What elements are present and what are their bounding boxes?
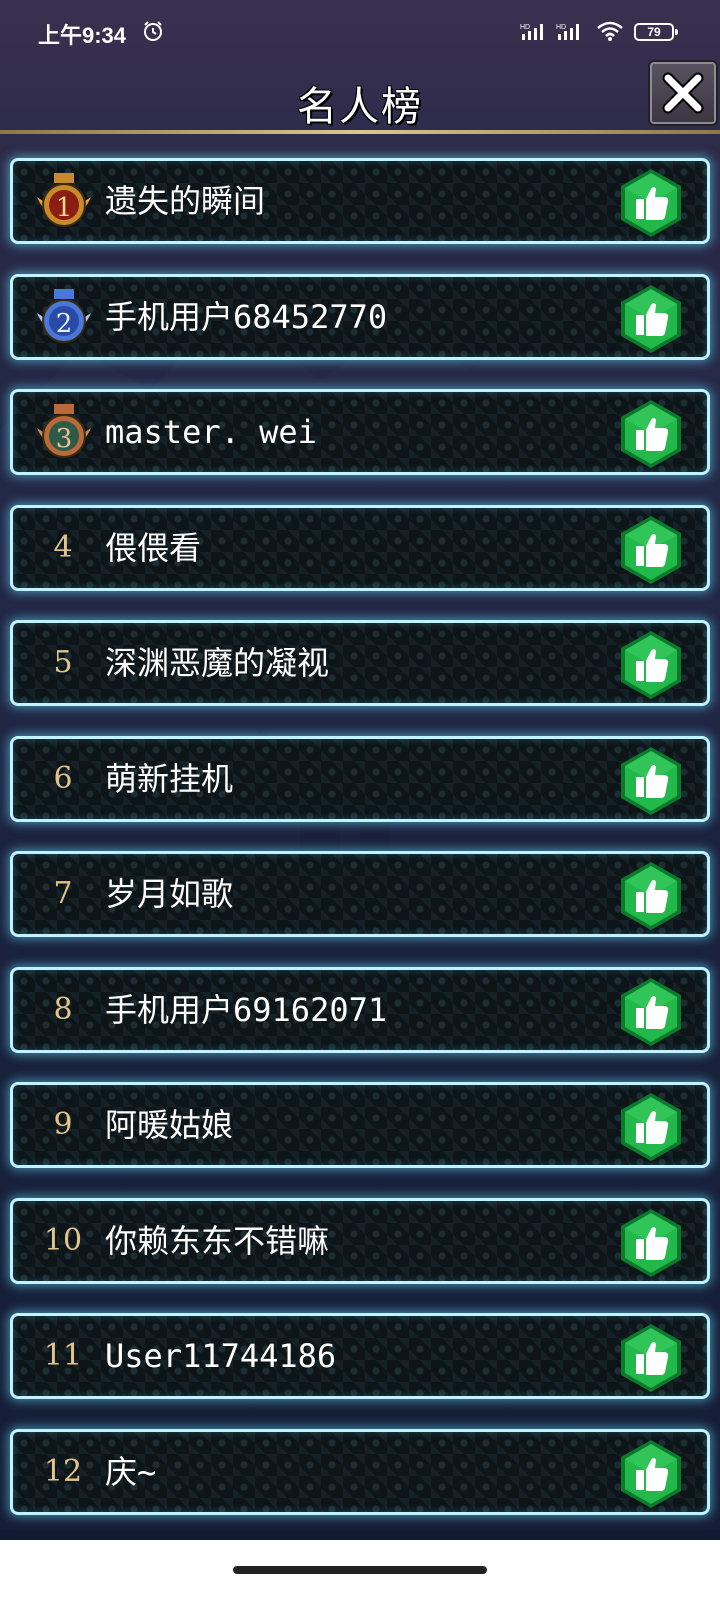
rank-number: 9 (53, 1107, 73, 1142)
rank-number: 10 (43, 1222, 83, 1258)
player-name: User11744186 (105, 1337, 337, 1375)
player-name: 阿暖姑娘 (105, 1106, 234, 1144)
leaderboard-row: 9 阿暖姑娘 (10, 1082, 710, 1168)
like-button[interactable] (617, 514, 685, 586)
alarm-icon (144, 21, 162, 41)
network-label: HD (520, 24, 530, 31)
thumbs-up-icon (621, 400, 681, 468)
like-button[interactable] (617, 1207, 685, 1279)
leaderboard-row: 2 手机用户68452770 (10, 273, 710, 360)
thumbs-up-icon (621, 515, 681, 584)
header-divider (0, 130, 720, 134)
like-button[interactable] (617, 745, 685, 817)
leaderboard-row: 11 User11744186 (10, 1313, 710, 1399)
leaderboard-row: 7 岁月如歌 (10, 851, 710, 937)
leaderboard-row: 10 你赖东东不错嘛 (10, 1197, 710, 1284)
player-name: 遗失的瞬间 (105, 182, 266, 220)
status-bar: 上午9:34 HD HD 79 (0, 0, 720, 64)
rank-medal-silver-icon: 2 (33, 287, 95, 349)
rank-medal-gold-icon: 1 (33, 171, 95, 233)
rank-number: 6 (53, 760, 73, 796)
rank-number: 3 (55, 424, 73, 454)
rank-number: 8 (53, 991, 73, 1027)
leaderboard-row: 3 master. wei (10, 389, 710, 475)
player-name: 手机用户68452770 (105, 297, 388, 336)
rank-number: 7 (53, 876, 73, 911)
like-button[interactable] (617, 283, 685, 355)
rank-number: 4 (53, 529, 73, 565)
player-name: 手机用户69162071 (105, 990, 388, 1029)
close-icon (662, 72, 704, 114)
close-button[interactable] (648, 60, 718, 126)
rank-number: 11 (43, 1338, 83, 1373)
like-button[interactable] (617, 976, 685, 1048)
thumbs-up-icon (621, 862, 681, 930)
rank-number: 2 (55, 308, 73, 339)
page-title: 名人榜 (297, 84, 423, 130)
thumbs-up-icon (621, 977, 681, 1046)
player-name: 深渊恶魔的凝视 (105, 644, 330, 682)
leaderboard-row: 1 遗失的瞬间 (10, 158, 710, 244)
thumbs-up-icon (621, 631, 681, 699)
home-indicator[interactable] (233, 1566, 487, 1574)
thumbs-up-icon (621, 1439, 681, 1508)
leaderboard-row: 5 深渊恶魔的凝视 (10, 620, 710, 706)
like-button[interactable] (617, 1322, 685, 1394)
player-name: 岁月如歌 (105, 875, 234, 913)
like-button[interactable] (617, 860, 685, 932)
leaderboard-row: 6 萌新挂机 (10, 735, 710, 822)
like-button[interactable] (617, 398, 685, 470)
thumbs-up-icon (621, 1093, 681, 1161)
leaderboard-row: 8 手机用户69162071 (10, 966, 710, 1053)
thumbs-up-icon (621, 169, 681, 237)
rank-number: 1 (55, 193, 73, 223)
leaderboard-row: 12 庆~ (10, 1428, 710, 1515)
wifi-icon (597, 21, 623, 41)
like-button[interactable] (617, 1091, 685, 1163)
thumbs-up-icon (621, 1208, 681, 1277)
player-name: 你赖东东不错嘛 (105, 1221, 330, 1260)
leaderboard-row: 4 偎偎看 (10, 504, 710, 591)
rank-number: 12 (43, 1453, 83, 1489)
status-time: 上午9:34 (38, 23, 127, 48)
like-button[interactable] (617, 1438, 685, 1510)
battery-icon: 79 (634, 23, 678, 41)
like-button[interactable] (617, 629, 685, 701)
player-name: 偎偎看 (105, 528, 202, 567)
network-label: HD (556, 24, 566, 31)
signal-icon: HD (556, 24, 579, 40)
like-button[interactable] (617, 167, 685, 239)
player-name: 庆~ (105, 1452, 157, 1491)
rank-medal-bronze-icon: 3 (33, 402, 95, 464)
thumbs-up-icon (621, 284, 681, 353)
thumbs-up-icon (621, 1324, 681, 1392)
rank-number: 5 (53, 645, 73, 680)
header: 名人榜 (0, 64, 720, 132)
thumbs-up-icon (621, 746, 681, 815)
player-name: master. wei (105, 413, 317, 451)
signal-icon: HD (520, 24, 543, 40)
player-name: 萌新挂机 (105, 759, 234, 798)
